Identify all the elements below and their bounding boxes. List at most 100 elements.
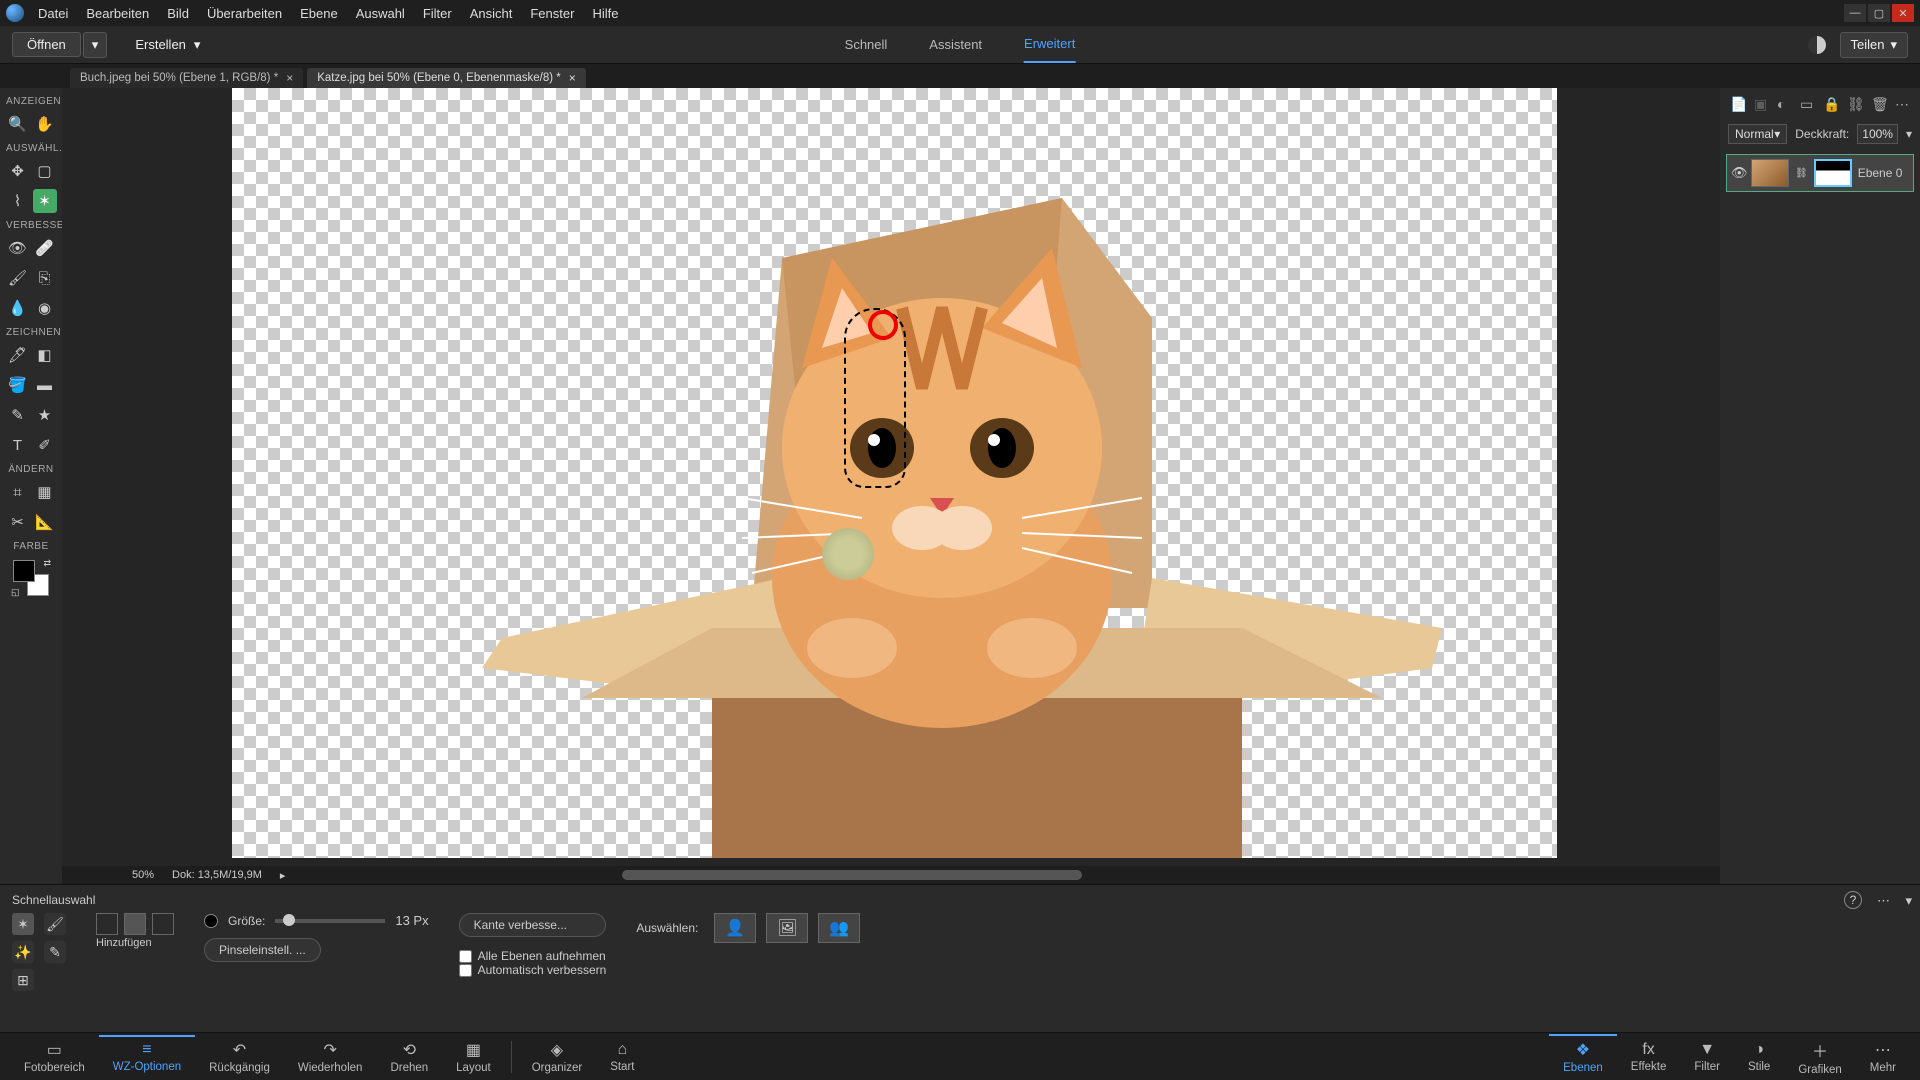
pencil-tool-icon[interactable]: ✐ bbox=[33, 433, 57, 457]
blend-mode-select[interactable]: Normal▾ bbox=[1728, 124, 1787, 144]
menu-bild[interactable]: Bild bbox=[167, 6, 189, 21]
lock-icon[interactable]: 🔒 bbox=[1823, 96, 1839, 112]
minimize-button[interactable]: — bbox=[1844, 4, 1866, 22]
opacity-input[interactable]: 100% bbox=[1857, 124, 1898, 144]
bottom-stile[interactable]: ◑Stile bbox=[1734, 1037, 1784, 1077]
marquee-tool-icon[interactable]: ▢ bbox=[33, 159, 57, 183]
menu-auswahl[interactable]: Auswahl bbox=[356, 6, 405, 21]
foreground-color-swatch[interactable] bbox=[13, 560, 35, 582]
refine-brush-variant-icon[interactable]: ✎ bbox=[44, 941, 66, 963]
bottom-redo[interactable]: ↷Wiederholen bbox=[284, 1036, 377, 1078]
fill-tool-icon[interactable]: 🪣 bbox=[6, 373, 30, 397]
status-chevron-icon[interactable]: ▸ bbox=[280, 869, 286, 882]
size-value[interactable]: 13 Px bbox=[395, 913, 428, 928]
crop-tool-icon[interactable]: ⌗ bbox=[6, 480, 30, 504]
magic-wand-variant-icon[interactable]: ✨ bbox=[12, 941, 34, 963]
maximize-button[interactable]: ▢ bbox=[1868, 4, 1890, 22]
hand-tool-icon[interactable]: ✋ bbox=[33, 112, 57, 136]
canvas-area[interactable]: 50% Dok: 13,5M/19,9M ▸ bbox=[62, 88, 1920, 884]
bottom-fotobereich[interactable]: ▭Fotobereich bbox=[10, 1036, 99, 1078]
brush-tool-icon[interactable]: 🖊 bbox=[6, 343, 30, 367]
mode-quick[interactable]: Schnell bbox=[845, 27, 888, 62]
menu-fenster[interactable]: Fenster bbox=[530, 6, 574, 21]
all-layers-checkbox[interactable]: Alle Ebenen aufnehmen bbox=[459, 949, 607, 963]
bottom-wz-optionen[interactable]: ≡WZ-Optionen bbox=[99, 1035, 195, 1077]
canvas-horizontal-scrollbar[interactable] bbox=[622, 870, 1082, 880]
open-dropdown[interactable]: ▾ bbox=[83, 32, 108, 58]
close-tab-icon[interactable]: × bbox=[569, 71, 576, 85]
share-button[interactable]: Teilen▾ bbox=[1840, 32, 1909, 58]
lasso-tool-icon[interactable]: ⌇ bbox=[6, 189, 30, 213]
selection-brush-variant-icon[interactable]: 🖌 bbox=[44, 913, 66, 935]
mask-icon[interactable]: ▭ bbox=[1800, 96, 1815, 112]
new-layer-icon[interactable]: 📄 bbox=[1730, 96, 1746, 112]
link-icon[interactable]: ⛓ bbox=[1847, 96, 1863, 112]
quick-select-variant-icon[interactable]: ✶ bbox=[12, 913, 34, 935]
bottom-layout[interactable]: ▦Layout bbox=[442, 1036, 505, 1078]
select-background-button[interactable]: 👥 bbox=[818, 913, 860, 943]
eraser-tool-icon[interactable]: ◧ bbox=[33, 343, 57, 367]
auto-select-variant-icon[interactable]: ⊞ bbox=[12, 969, 34, 991]
mode-subtract-button[interactable] bbox=[152, 913, 174, 935]
mask-thumbnail[interactable] bbox=[1814, 159, 1852, 187]
menu-bearbeiten[interactable]: Bearbeiten bbox=[86, 6, 149, 21]
mode-guided[interactable]: Assistent bbox=[929, 27, 982, 62]
sponge-tool-icon[interactable]: ◉ bbox=[33, 296, 57, 320]
menu-filter[interactable]: Filter bbox=[423, 6, 452, 21]
menu-ueberarbeiten[interactable]: Überarbeiten bbox=[207, 6, 282, 21]
blur-tool-icon[interactable]: 💧 bbox=[6, 296, 30, 320]
close-tab-icon[interactable]: × bbox=[286, 71, 293, 85]
clone-stamp-tool-icon[interactable]: ⎘ bbox=[33, 266, 57, 290]
bottom-grafiken[interactable]: ＋Grafiken bbox=[1784, 1034, 1855, 1080]
bottom-undo[interactable]: ↶Rückgängig bbox=[195, 1036, 284, 1078]
layer-row[interactable]: 👁 ⛓ Ebene 0 bbox=[1726, 154, 1914, 192]
swap-colors-icon[interactable]: ⇄ bbox=[43, 558, 51, 569]
redeye-tool-icon[interactable]: 👁 bbox=[6, 236, 30, 260]
picker-tool-icon[interactable]: ✎ bbox=[6, 403, 30, 427]
bottom-organizer[interactable]: ◈Organizer bbox=[518, 1036, 597, 1078]
create-button[interactable]: Erstellen▾ bbox=[135, 37, 200, 53]
quick-select-tool-icon[interactable]: ✶ bbox=[33, 189, 57, 213]
default-colors-icon[interactable]: ◱ bbox=[11, 587, 20, 598]
bottom-start[interactable]: ⌂Start bbox=[596, 1037, 648, 1077]
content-move-tool-icon[interactable]: ✂ bbox=[6, 510, 30, 534]
zoom-level[interactable]: 50% bbox=[132, 869, 154, 881]
bottom-mehr[interactable]: ⋯Mehr bbox=[1856, 1036, 1910, 1078]
adjustment-icon[interactable]: ◐ bbox=[1777, 96, 1792, 112]
color-swatch[interactable]: ⇄ ◱ bbox=[13, 560, 49, 596]
mode-expert[interactable]: Erweitert bbox=[1024, 26, 1075, 63]
chevron-down-icon[interactable]: ▾ bbox=[1906, 127, 1912, 141]
collapse-icon[interactable]: ▾ bbox=[1905, 893, 1912, 909]
panel-menu-icon[interactable]: ⋯ bbox=[1895, 96, 1910, 112]
theme-toggle-icon[interactable] bbox=[1808, 36, 1826, 54]
help-icon[interactable]: ? bbox=[1844, 891, 1862, 909]
canvas[interactable] bbox=[232, 88, 1557, 858]
menu-hilfe[interactable]: Hilfe bbox=[592, 6, 618, 21]
zoom-tool-icon[interactable]: 🔍 bbox=[6, 112, 30, 136]
refine-edge-button[interactable]: Kante verbesse... bbox=[459, 913, 607, 937]
select-subject-button[interactable]: 👤 bbox=[714, 913, 756, 943]
bottom-ebenen[interactable]: ❖Ebenen bbox=[1549, 1034, 1617, 1078]
move-tool-icon[interactable]: ✥ bbox=[6, 159, 30, 183]
mode-add-button[interactable] bbox=[124, 913, 146, 935]
bottom-effekte[interactable]: fxEffekte bbox=[1617, 1037, 1681, 1077]
menu-ebene[interactable]: Ebene bbox=[300, 6, 338, 21]
select-sky-button[interactable]: 🖼 bbox=[766, 913, 808, 943]
slider-thumb[interactable] bbox=[283, 914, 295, 926]
close-button[interactable]: ✕ bbox=[1892, 4, 1914, 22]
trash-icon[interactable]: 🗑 bbox=[1871, 96, 1887, 112]
document-tab[interactable]: Katze.jpg bei 50% (Ebene 0, Ebenenmaske/… bbox=[307, 68, 586, 88]
brush-preview-icon[interactable] bbox=[204, 914, 218, 928]
shape-tool-icon[interactable]: ★ bbox=[33, 403, 57, 427]
text-tool-icon[interactable]: T bbox=[6, 433, 30, 457]
gradient-tool-icon[interactable]: ▬ bbox=[33, 373, 57, 397]
straighten-tool-icon[interactable]: 📐 bbox=[33, 510, 57, 534]
recompose-tool-icon[interactable]: ▦ bbox=[33, 480, 57, 504]
layer-thumbnail[interactable] bbox=[1751, 159, 1789, 187]
bottom-rotate[interactable]: ⟲Drehen bbox=[376, 1036, 442, 1078]
brush-settings-button[interactable]: Pinseleinstell. ... bbox=[204, 938, 321, 962]
spot-heal-tool-icon[interactable]: 🩹 bbox=[33, 236, 57, 260]
open-button[interactable]: Öffnen bbox=[12, 32, 81, 57]
panel-more-icon[interactable]: ⋯ bbox=[1877, 893, 1890, 909]
visibility-icon[interactable]: 👁 bbox=[1731, 165, 1745, 181]
